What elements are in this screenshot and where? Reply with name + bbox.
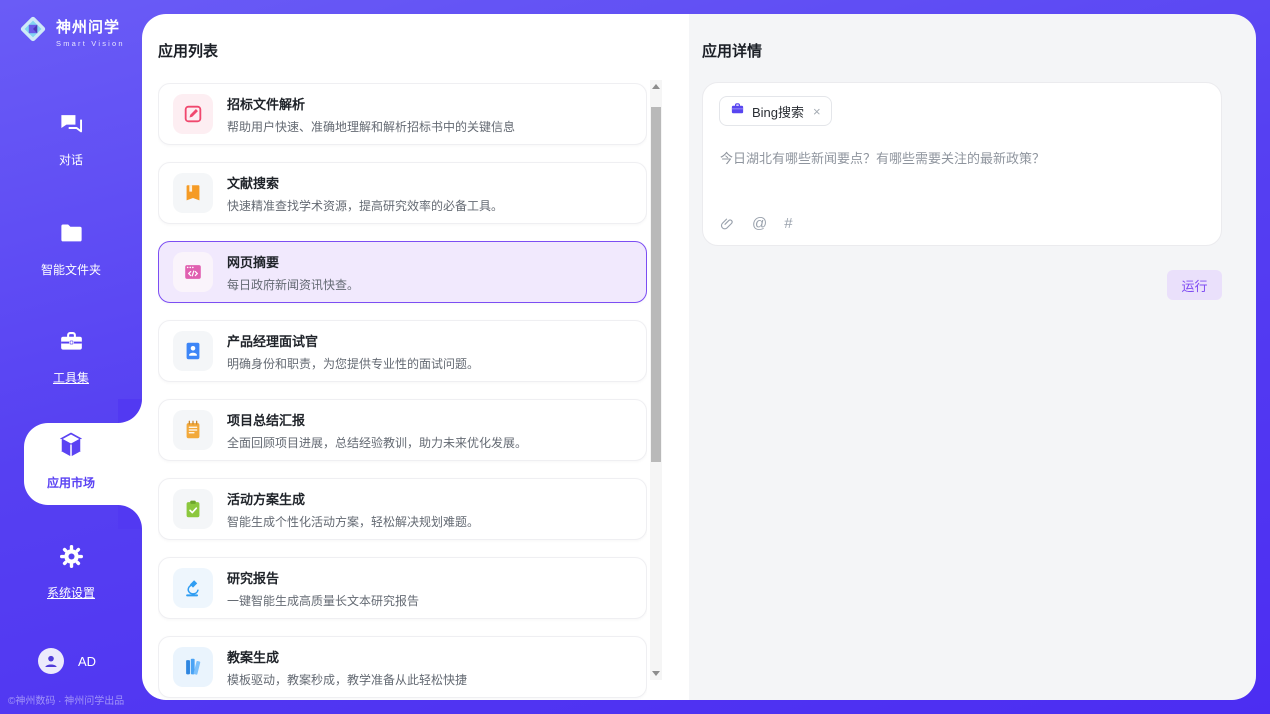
sidebar-item-label: 应用市场 [47,474,95,491]
app-list-scrollbar[interactable] [650,80,662,680]
app-card-activity-plan[interactable]: 活动方案生成 智能生成个性化活动方案，轻松解决规划难题。 [158,478,647,540]
user-account[interactable]: AD [38,648,96,674]
app-name: 文献搜索 [227,173,503,192]
app-description: 智能生成个性化活动方案，轻松解决规划难题。 [227,513,479,530]
sidebar-item-label: 智能文件夹 [41,261,101,278]
prompt-editor[interactable]: Bing搜索 × 今日湖北有哪些新闻要点？有哪些需要关注的最新政策？ @ # [702,82,1222,246]
sidebar-item-app-market[interactable]: 应用市场 [0,430,142,491]
brand-name: 神州问学 [56,16,125,37]
research-report-icon [173,568,213,608]
sidebar-item-toolset[interactable]: 工具集 [0,328,142,386]
app-description: 帮助用户快速、准确地理解和解析招标书中的关键信息 [227,118,515,135]
app-card-research-report[interactable]: 研究报告 一键智能生成高质量长文本研究报告 [158,557,647,619]
app-card-lesson-plan[interactable]: 教案生成 模板驱动，教案秒成，教学准备从此轻松快捷 [158,636,647,698]
gear-icon [58,543,85,575]
hash-icon[interactable]: # [784,215,792,232]
app-card-pm-interviewer[interactable]: 产品经理面试官 明确身份和职责，为您提供专业性的面试问题。 [158,320,647,382]
app-card-literature-search[interactable]: 文献搜索 快速精准查找学术资源，提高研究效率的必备工具。 [158,162,647,224]
app-list-panel: 应用列表 招标文件解析 帮助用户快速、准确地理解和解析招标书中的关键信息 [142,14,689,700]
copyright-footer: ©神州数码 · 神州问学出品 [8,692,142,707]
chat-icon [58,110,85,142]
app-name: 活动方案生成 [227,489,479,508]
app-description: 快速精准查找学术资源，提高研究效率的必备工具。 [227,197,503,214]
attachment-icon[interactable] [720,216,735,232]
sidebar-item-label: 系统设置 [47,584,95,601]
sidebar-item-label: 对话 [59,151,83,168]
briefcase-icon [730,101,745,121]
sidebar: 神州问学 Smart Vision 对话 智能文件夹 [0,0,142,714]
web-summary-icon [173,252,213,292]
literature-search-icon [173,173,213,213]
project-summary-icon [173,410,213,450]
scrollbar-thumb[interactable] [651,107,661,462]
close-icon[interactable]: × [813,104,821,119]
cube-icon [56,430,86,465]
app-name: 产品经理面试官 [227,331,479,350]
toolbox-icon [58,328,85,360]
app-detail-panel: 应用详情 Bing搜索 × 今日湖北有哪些新闻要点？有哪些需要关注的最新政策？ [689,14,1256,700]
app-name: 网页摘要 [227,252,359,271]
user-name: AD [78,654,96,669]
app-description: 全面回顾项目进展，总结经验教训，助力未来优化发展。 [227,434,527,451]
brand-subtitle: Smart Vision [56,39,125,48]
pm-interviewer-icon [173,331,213,371]
scroll-down-arrow-icon[interactable] [650,667,662,680]
prompt-toolbar: @ # [720,215,793,232]
sidebar-item-settings[interactable]: 系统设置 [0,543,142,601]
app-list-title: 应用列表 [158,40,218,61]
tool-tag-label: Bing搜索 [752,102,804,121]
folder-icon [58,220,85,252]
app-description: 一键智能生成高质量长文本研究报告 [227,592,419,609]
lesson-plan-icon [173,647,213,687]
app-card-bid-parse[interactable]: 招标文件解析 帮助用户快速、准确地理解和解析招标书中的关键信息 [158,83,647,145]
main-panel: 应用列表 招标文件解析 帮助用户快速、准确地理解和解析招标书中的关键信息 [142,14,1256,700]
bid-parse-icon [173,94,213,134]
mention-icon[interactable]: @ [752,215,767,232]
activity-plan-icon [173,489,213,529]
app-name: 教案生成 [227,647,467,666]
scroll-up-arrow-icon[interactable] [650,80,662,93]
run-button[interactable]: 运行 [1167,270,1222,300]
app-description: 明确身份和职责，为您提供专业性的面试问题。 [227,355,479,372]
app-name: 招标文件解析 [227,94,515,113]
sidebar-item-smart-folder[interactable]: 智能文件夹 [0,220,142,278]
app-list: 招标文件解析 帮助用户快速、准确地理解和解析招标书中的关键信息 文献搜索 快速精… [158,83,647,700]
app-card-web-summary[interactable]: 网页摘要 每日政府新闻资讯快查。 [158,241,647,303]
sidebar-item-label: 工具集 [53,369,89,386]
avatar [38,648,64,674]
app-detail-title: 应用详情 [702,40,762,61]
app-card-project-summary[interactable]: 项目总结汇报 全面回顾项目进展，总结经验教训，助力未来优化发展。 [158,399,647,461]
tool-tag-bing-search[interactable]: Bing搜索 × [719,96,832,126]
app-description: 模板驱动，教案秒成，教学准备从此轻松快捷 [227,671,467,688]
app-window: 神州问学 Smart Vision 对话 智能文件夹 [0,0,1270,714]
sidebar-item-chat[interactable]: 对话 [0,110,142,168]
brand-logo: 神州问学 Smart Vision [16,12,125,51]
diamond-logo-icon [16,12,50,51]
app-description: 每日政府新闻资讯快查。 [227,276,359,293]
app-name: 项目总结汇报 [227,410,527,429]
prompt-text-input[interactable]: 今日湖北有哪些新闻要点？有哪些需要关注的最新政策？ [720,149,1205,170]
app-name: 研究报告 [227,568,419,587]
